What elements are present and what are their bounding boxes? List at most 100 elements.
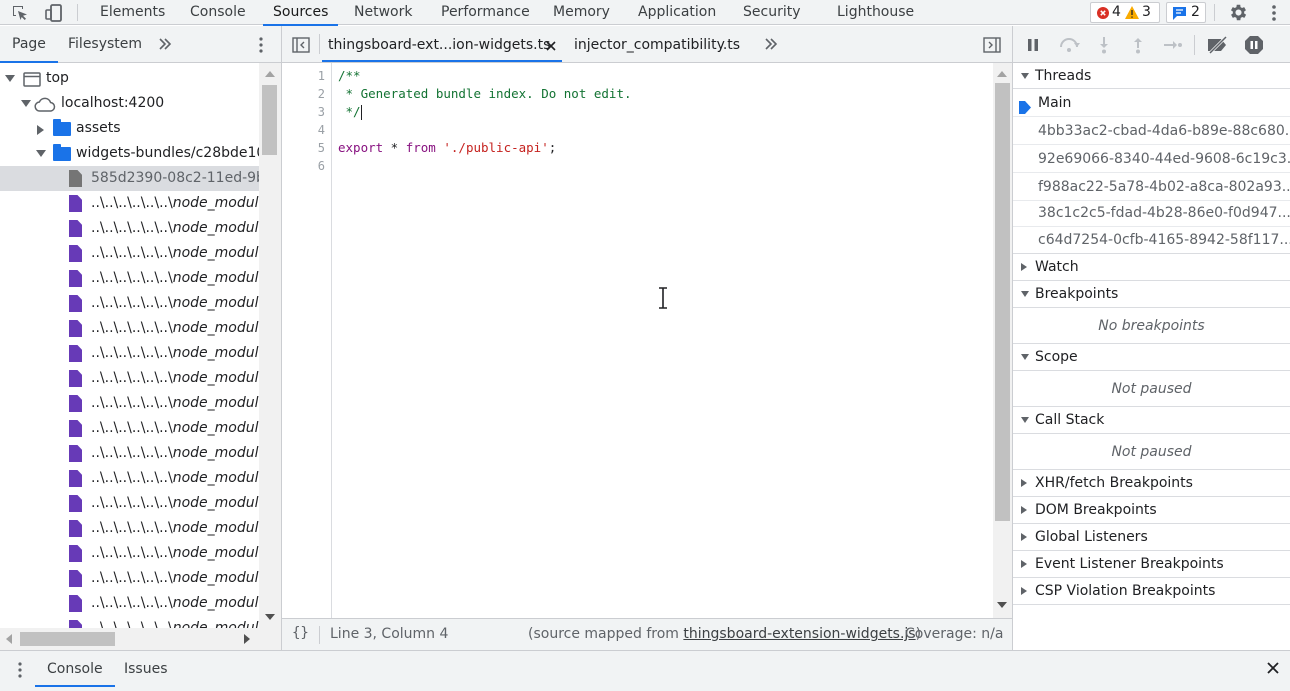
editor-vertical-scrollbar[interactable] — [993, 63, 1012, 618]
tree-item-file[interactable]: ..\..\..\..\..\..\node_modules — [0, 416, 259, 441]
xhr-breakpoints-section-header[interactable]: XHR/fetch Breakpoints — [1013, 470, 1290, 497]
expand-arrow-icon[interactable] — [36, 150, 46, 157]
tab-performance[interactable]: Performance — [441, 0, 530, 25]
more-tabs-chevron-icon[interactable] — [158, 37, 172, 55]
threads-section-header[interactable]: Threads — [1013, 63, 1290, 89]
tree-item-file[interactable]: ..\..\..\..\..\..\node_modules — [0, 366, 259, 391]
call-stack-section-header[interactable]: Call Stack — [1013, 407, 1290, 434]
tree-item-selected-file[interactable]: 585d2390-08c2-11ed-9b8 — [0, 166, 259, 191]
thread-item[interactable]: f988ac22-5a78-4b02-a8ca-802a93... — [1013, 173, 1290, 201]
scroll-up-icon[interactable] — [997, 71, 1007, 77]
scroll-thumb[interactable] — [20, 632, 115, 646]
tree-item-file[interactable]: ..\..\..\..\..\..\node_modules — [0, 316, 259, 341]
scroll-right-icon[interactable] — [244, 634, 250, 644]
tree-item-file[interactable]: ..\..\..\..\..\..\node_modules — [0, 491, 259, 516]
thread-item-main[interactable]: Main — [1013, 89, 1290, 117]
thread-item[interactable]: c64d7254-0cfb-4165-8942-58f117... — [1013, 226, 1290, 254]
tree-item-file[interactable]: ..\..\..\..\..\..\node_modules — [0, 391, 259, 416]
tree-item-file[interactable]: ..\..\..\..\..\..\node_modules — [0, 241, 259, 266]
tree-item-widgets-bundles[interactable]: widgets-bundles/c28bde10- — [0, 141, 259, 166]
tab-console[interactable]: Console — [190, 0, 246, 25]
tab-security[interactable]: Security — [743, 0, 801, 25]
tree-item-top[interactable]: top — [0, 66, 259, 91]
expand-arrow-icon[interactable] — [21, 100, 31, 107]
tree-item-file[interactable]: ..\..\..\..\..\..\node_modules — [0, 191, 259, 216]
tree-item-file[interactable]: ..\..\..\..\..\..\node_modules — [0, 266, 259, 291]
tree-item-assets[interactable]: assets — [0, 116, 259, 141]
more-tabs-chevron-icon[interactable] — [764, 37, 778, 55]
code-line[interactable]: * Generated bundle index. Do not edit. — [338, 86, 632, 101]
tab-sources[interactable]: Sources — [262, 0, 339, 26]
toggle-navigator-icon[interactable] — [292, 37, 310, 57]
line-number[interactable]: 1 — [295, 69, 325, 83]
line-number[interactable]: 6 — [295, 159, 325, 173]
scroll-thumb[interactable] — [995, 83, 1010, 521]
line-number-gutter[interactable]: 1 2 3 4 5 6 — [282, 63, 332, 618]
dom-breakpoints-section-header[interactable]: DOM Breakpoints — [1013, 497, 1290, 524]
scope-section-header[interactable]: Scope — [1013, 344, 1290, 371]
tab-memory[interactable]: Memory — [553, 0, 610, 25]
tab-page[interactable]: Page — [0, 26, 58, 63]
tree-item-origin[interactable]: localhost:4200 — [0, 91, 259, 116]
thread-item[interactable]: 38c1c2c5-fdad-4b28-86e0-f0d947... — [1013, 199, 1290, 227]
tree-vertical-scrollbar[interactable] — [259, 63, 281, 628]
tab-elements[interactable]: Elements — [100, 0, 165, 25]
tab-network[interactable]: Network — [354, 0, 412, 25]
pause-on-exceptions-icon[interactable] — [1244, 35, 1264, 59]
tab-application[interactable]: Application — [638, 0, 716, 25]
gear-icon[interactable] — [1228, 2, 1249, 27]
scroll-left-icon[interactable] — [6, 634, 12, 644]
event-listener-breakpoints-section-header[interactable]: Event Listener Breakpoints — [1013, 551, 1290, 578]
line-number[interactable]: 5 — [295, 141, 325, 155]
step-over-icon[interactable] — [1058, 37, 1080, 57]
global-listeners-section-header[interactable]: Global Listeners — [1013, 524, 1290, 551]
watch-section-header[interactable]: Watch — [1013, 254, 1290, 281]
deactivate-breakpoints-icon[interactable] — [1206, 35, 1230, 58]
pause-icon[interactable] — [1026, 38, 1040, 56]
breakpoints-section-header[interactable]: Breakpoints — [1013, 281, 1290, 308]
thread-item[interactable]: 92e69066-8340-44ed-9608-6c19c3... — [1013, 145, 1290, 173]
tree-item-file[interactable]: ..\..\..\..\..\..\node_modules — [0, 566, 259, 591]
code-line[interactable]: /** — [338, 68, 361, 83]
step-into-icon[interactable] — [1097, 36, 1111, 58]
thread-item[interactable]: 4bb33ac2-cbad-4da6-b89e-88c680... — [1013, 117, 1290, 145]
more-options-icon[interactable] — [1266, 3, 1282, 27]
line-number[interactable]: 4 — [295, 123, 325, 137]
scroll-down-icon[interactable] — [997, 602, 1007, 608]
pretty-print-icon[interactable]: {} — [292, 625, 309, 641]
tree-item-file[interactable]: ..\..\..\..\..\..\node_modules — [0, 291, 259, 316]
line-number[interactable]: 2 — [295, 87, 325, 101]
editor-tab-active[interactable]: thingsboard-ext...ion-widgets.ts — [328, 26, 550, 62]
device-toolbar-icon[interactable] — [44, 3, 64, 27]
expand-arrow-icon[interactable] — [5, 75, 15, 82]
tab-lighthouse[interactable]: Lighthouse — [837, 0, 914, 25]
editor-tab[interactable]: injector_compatibility.ts — [574, 26, 740, 62]
tree-item-file[interactable]: ..\..\..\..\..\..\node_modules — [0, 516, 259, 541]
scroll-down-icon[interactable] — [265, 614, 275, 620]
csp-violation-breakpoints-section-header[interactable]: CSP Violation Breakpoints — [1013, 578, 1290, 605]
tab-filesystem[interactable]: Filesystem — [68, 26, 142, 62]
close-tab-icon[interactable] — [546, 40, 556, 55]
tree-item-file[interactable]: ..\..\..\..\..\..\node_modules — [0, 591, 259, 616]
tree-item-file[interactable]: ..\..\..\..\..\..\node_modules — [0, 466, 259, 491]
scroll-thumb[interactable] — [262, 85, 277, 155]
scroll-up-icon[interactable] — [265, 71, 275, 77]
tree-item-file[interactable]: ..\..\..\..\..\..\node_modules — [0, 216, 259, 241]
step-icon[interactable] — [1163, 38, 1183, 56]
issues-counter[interactable]: 4 3 — [1090, 2, 1160, 23]
drawer-tab-console[interactable]: Console — [35, 651, 115, 687]
code-editor[interactable]: /** * Generated bundle index. Do not edi… — [333, 63, 993, 618]
drawer-tab-issues[interactable]: Issues — [124, 651, 168, 687]
step-out-icon[interactable] — [1131, 36, 1145, 58]
line-number[interactable]: 3 — [295, 105, 325, 119]
collapse-arrow-icon[interactable] — [37, 125, 44, 135]
tree-item-file[interactable]: ..\..\..\..\..\..\node_modules — [0, 616, 259, 628]
navigator-menu-icon[interactable] — [253, 35, 269, 59]
close-drawer-icon[interactable] — [1267, 662, 1279, 678]
source-map-link[interactable]: thingsboard-extension-widgets.js — [683, 626, 915, 642]
toggle-debugger-icon[interactable] — [983, 37, 1001, 57]
tree-item-file[interactable]: ..\..\..\..\..\..\node_modules — [0, 341, 259, 366]
inspect-element-icon[interactable] — [10, 3, 30, 27]
tree-item-file[interactable]: ..\..\..\..\..\..\node_modules — [0, 541, 259, 566]
tree-horizontal-scrollbar[interactable] — [0, 628, 281, 650]
